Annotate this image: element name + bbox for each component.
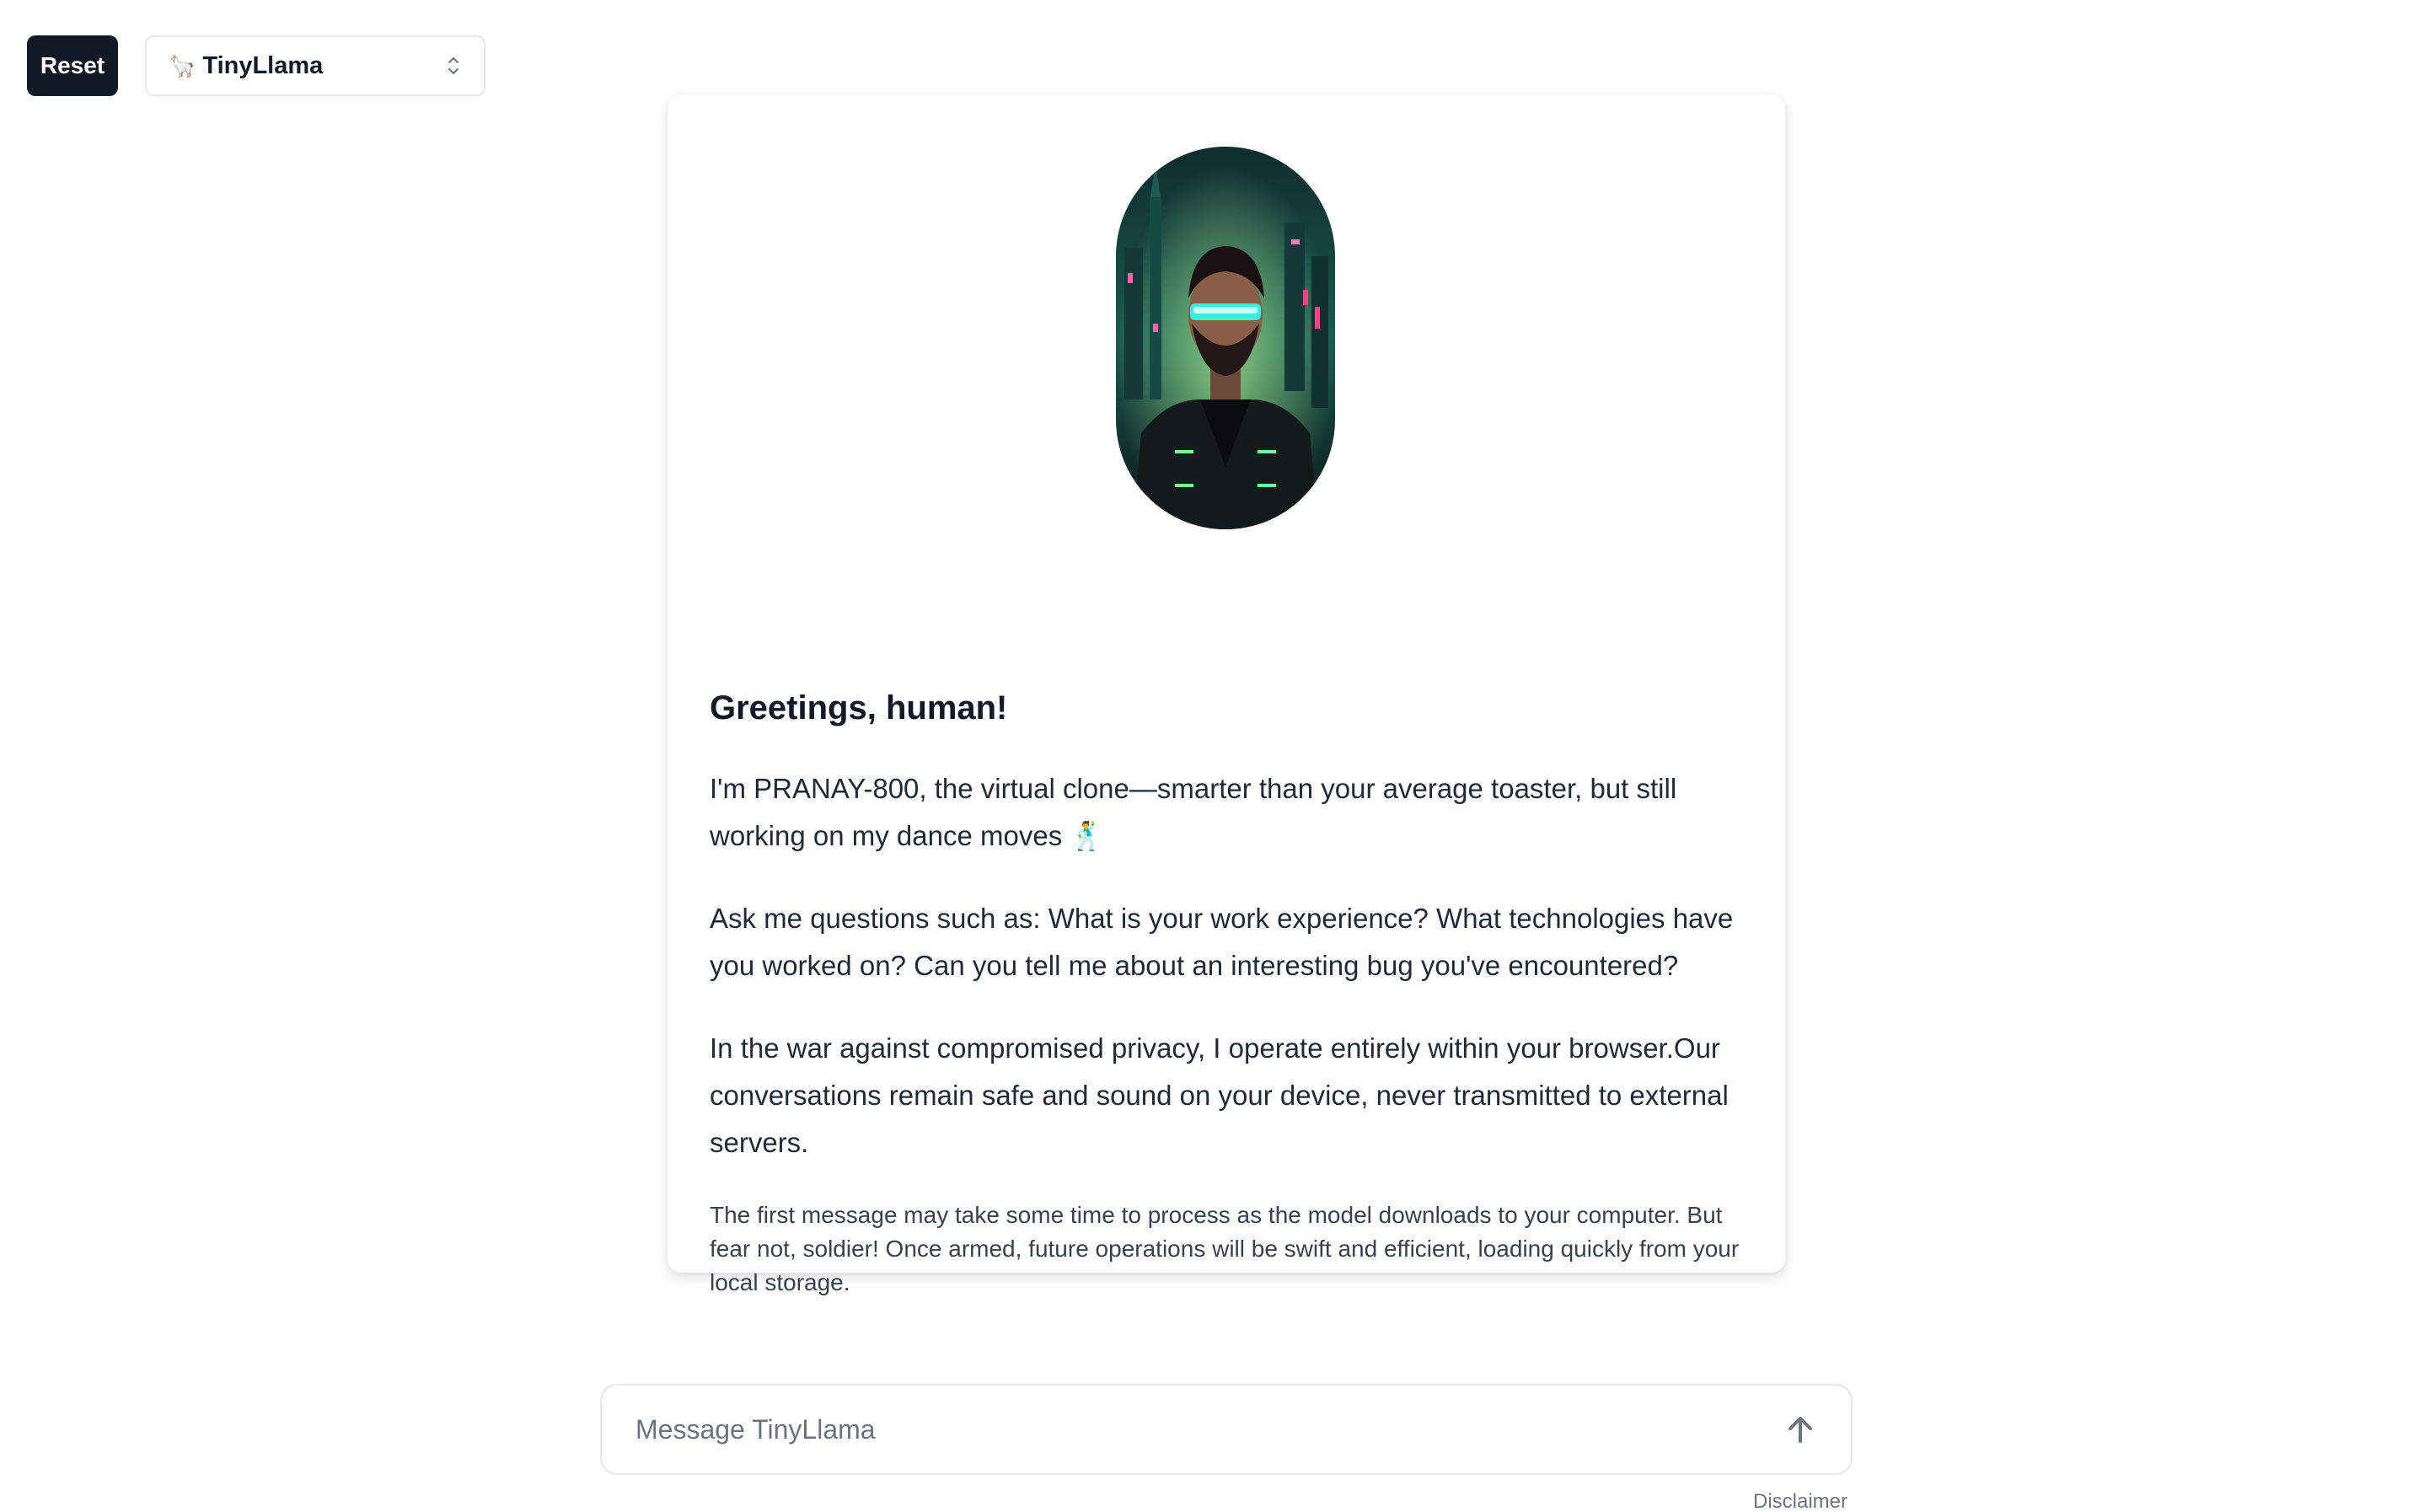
- send-button[interactable]: [1777, 1406, 1824, 1453]
- llama-icon: 🦙: [169, 53, 196, 78]
- example-questions-paragraph: Ask me questions such as: What is your w…: [710, 903, 1734, 981]
- privacy-paragraph: In the war against compromised privacy, …: [710, 1032, 1729, 1158]
- intro-card: Greetings, human! I'm PRANAY-800, the vi…: [668, 94, 1785, 1295]
- app-root: Reset 🦙 TinyLlama Greetings, human! I'm …: [0, 0, 2424, 1512]
- cyberpunk-avatar-image: [1116, 147, 1335, 529]
- message-composer: [600, 1384, 1853, 1475]
- download-note: The first message may take some time to …: [710, 1202, 1740, 1295]
- chevron-up-down-icon: [448, 57, 459, 74]
- arrow-up-icon: [1789, 1417, 1812, 1443]
- avatar: [1116, 147, 1335, 529]
- model-select-label: TinyLlama: [202, 51, 324, 79]
- message-input[interactable]: [635, 1413, 1777, 1445]
- intro-paragraph: I'm PRANAY-800, the virtual clone—smarte…: [710, 773, 1677, 851]
- disclaimer-link[interactable]: Disclaimer: [1753, 1490, 1847, 1512]
- model-select[interactable]: 🦙 TinyLlama: [145, 35, 485, 96]
- greeting-heading: Greetings, human!: [710, 689, 1008, 727]
- reset-button[interactable]: Reset: [27, 35, 118, 96]
